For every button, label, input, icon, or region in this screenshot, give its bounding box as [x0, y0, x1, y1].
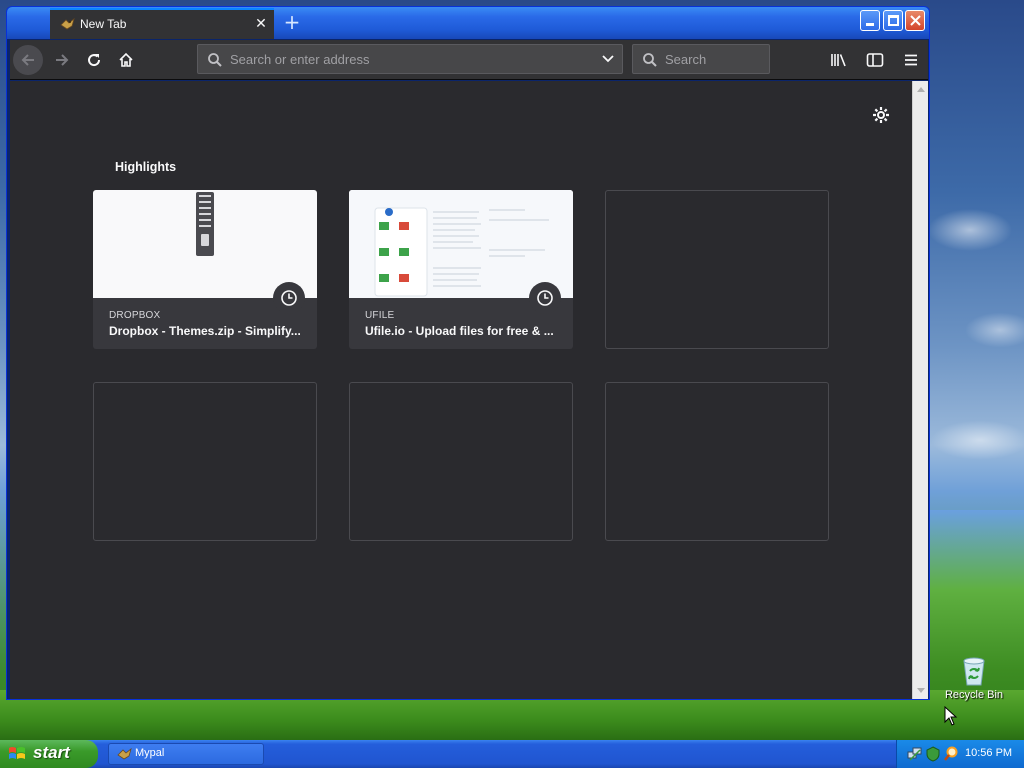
browser-window: New Tab ✕ + Search or enter address Sear…: [6, 6, 930, 700]
forward-button[interactable]: [47, 45, 77, 75]
forward-arrow-icon: [56, 54, 69, 66]
empty-highlight-slot: [605, 190, 829, 349]
taskbar: start Mypal 10:56 PM: [0, 740, 1024, 768]
empty-highlight-slot: [349, 382, 573, 541]
menu-button[interactable]: [896, 45, 926, 75]
sidebar-icon: [866, 53, 884, 67]
gear-icon[interactable]: [872, 106, 890, 124]
reload-button[interactable]: [79, 45, 109, 75]
address-input[interactable]: [230, 45, 590, 73]
search-icon: [643, 53, 657, 67]
home-icon: [119, 52, 133, 67]
taskbar-clock: 10:56 PM: [965, 747, 1013, 759]
highlight-title: Ufile.io - Upload files for free & ...: [365, 324, 554, 338]
vertical-scrollbar[interactable]: [912, 81, 928, 699]
mouse-cursor-icon: [944, 706, 958, 726]
empty-highlight-slot: [93, 382, 317, 541]
address-bar[interactable]: [197, 44, 623, 74]
title-bar: New Tab ✕ +: [7, 7, 929, 39]
reload-icon: [88, 54, 101, 67]
empty-highlight-slot: [605, 382, 829, 541]
highlight-host: DROPBOX: [109, 310, 161, 321]
highlight-host: UFILE: [365, 310, 395, 321]
scroll-up-arrow-icon[interactable]: [917, 87, 925, 92]
highlight-card[interactable]: UFILE Ufile.io - Upload files for free &…: [349, 190, 573, 349]
browser-logo-icon: [60, 17, 75, 30]
clock-icon: [529, 282, 561, 314]
close-window-button[interactable]: [905, 10, 925, 31]
library-button[interactable]: [824, 45, 854, 75]
hamburger-menu-icon: [905, 54, 917, 66]
back-arrow-icon: [21, 54, 34, 66]
recycle-bin-label: Recycle Bin: [944, 689, 1004, 701]
section-title-highlights: Highlights: [115, 160, 177, 174]
scroll-down-arrow-icon[interactable]: [917, 688, 925, 693]
start-button[interactable]: start: [0, 740, 98, 768]
highlight-title: Dropbox - Themes.zip - Simplify...: [109, 324, 301, 338]
system-tray: 10:56 PM: [896, 740, 1024, 768]
taskbar-item-label: Mypal: [135, 747, 165, 759]
recycle-bin[interactable]: Recycle Bin: [940, 655, 1008, 701]
network-icon[interactable]: [907, 746, 923, 762]
shield-icon[interactable]: [925, 746, 941, 762]
chevron-down-icon[interactable]: [601, 54, 615, 64]
navigation-toolbar: [10, 40, 928, 80]
windows-flag-icon: [9, 747, 25, 759]
clock-icon: [273, 282, 305, 314]
home-button[interactable]: [111, 45, 141, 75]
minimize-button[interactable]: [860, 10, 880, 31]
close-tab-icon[interactable]: ✕: [252, 15, 270, 33]
back-button[interactable]: [13, 45, 43, 75]
tab-title: New Tab: [80, 17, 127, 31]
highlight-card[interactable]: DROPBOX Dropbox - Themes.zip - Simplify.…: [93, 190, 317, 349]
maximize-button[interactable]: [883, 10, 903, 31]
recycle-bin-icon: [960, 655, 988, 687]
search-icon[interactable]: [943, 746, 959, 762]
taskbar-item-mypal[interactable]: Mypal: [108, 743, 264, 765]
sidebar-button[interactable]: [860, 45, 890, 75]
search-bar[interactable]: [632, 44, 770, 74]
search-icon: [208, 53, 222, 67]
new-tab-plus-icon[interactable]: +: [282, 12, 302, 32]
zip-file-icon: [196, 192, 214, 256]
new-tab-page: Highlights DROPBOX Dropbox - Themes.zip …: [10, 81, 912, 699]
tab-new-tab[interactable]: New Tab ✕: [50, 8, 274, 39]
start-label: start: [33, 743, 70, 762]
library-icon: [831, 54, 846, 67]
search-input[interactable]: [665, 45, 765, 73]
browser-logo-icon: [117, 747, 132, 760]
